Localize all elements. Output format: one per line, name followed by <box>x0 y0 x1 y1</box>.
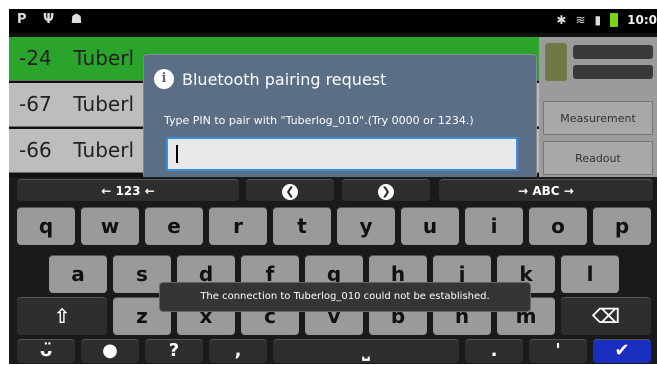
text-caret <box>176 145 178 163</box>
device-rssi: -66 <box>19 138 52 162</box>
wifi-icon: ≋ <box>575 13 586 27</box>
soft-keyboard: ← 123 ← ❮ ❯ → ABC → q w e r t y u i o p … <box>9 177 657 364</box>
device-name: Tuberl <box>73 46 134 70</box>
enter-key[interactable]: ✔ <box>593 339 651 363</box>
cursor-left-key[interactable]: ❮ <box>246 179 334 201</box>
clock: 10:0 <box>627 13 657 27</box>
key-w[interactable]: w <box>81 207 139 245</box>
side-panel: Measurement Readout <box>539 37 657 177</box>
progress-bar <box>573 45 653 59</box>
mic-icon: ● <box>102 340 118 361</box>
shift-key[interactable]: ⇧ <box>17 297 107 335</box>
bluetooth-icon: ✱ <box>556 13 567 27</box>
key-r[interactable]: r <box>209 207 267 245</box>
key-e[interactable]: e <box>145 207 203 245</box>
key-t[interactable]: t <box>273 207 331 245</box>
signal-icon: ▮ <box>594 13 602 27</box>
comma-key[interactable]: , <box>209 339 267 363</box>
key-u[interactable]: u <box>401 207 459 245</box>
key-p[interactable]: p <box>593 207 651 245</box>
pairing-dialog: i Bluetooth pairing request Type PIN to … <box>143 54 537 179</box>
device-name: Tuberl <box>73 138 134 162</box>
key-y[interactable]: y <box>337 207 395 245</box>
key-l[interactable]: l <box>561 255 619 293</box>
abc-mode-key[interactable]: → ABC → <box>439 179 653 201</box>
cursor-right-key[interactable]: ❯ <box>342 179 430 201</box>
key-o[interactable]: o <box>529 207 587 245</box>
device-icon <box>545 43 567 81</box>
device-rssi: -24 <box>19 46 52 70</box>
question-key[interactable]: ? <box>145 339 203 363</box>
device-rssi: -67 <box>19 92 52 116</box>
notification-icons: P Ψ ☗ <box>17 12 89 27</box>
key-a[interactable]: a <box>49 255 107 293</box>
apostrophe-key[interactable]: ' <box>529 339 587 363</box>
pin-input[interactable] <box>166 137 518 171</box>
num-mode-key[interactable]: ← 123 ← <box>17 179 239 201</box>
measurement-button[interactable]: Measurement <box>543 101 653 135</box>
dialog-title: i Bluetooth pairing request <box>154 67 386 91</box>
info-icon: i <box>154 69 174 89</box>
mic-key[interactable]: ● <box>81 339 139 363</box>
status-bar: P Ψ ☗ ✱ ≋ ▮ 10:0 <box>9 9 657 33</box>
device-name: Tuberl <box>73 92 134 116</box>
dialog-title-text: Bluetooth pairing request <box>182 69 387 89</box>
key-q[interactable]: q <box>17 207 75 245</box>
emoji-key[interactable]: ᴗ̈ <box>17 339 75 363</box>
arrow-right-icon: ❯ <box>378 183 394 200</box>
progress-bar <box>573 65 653 79</box>
period-key[interactable]: . <box>465 339 523 363</box>
arrow-left-icon: ❮ <box>282 183 298 200</box>
readout-button[interactable]: Readout <box>543 141 653 175</box>
status-icons: ✱ ≋ ▮ 10:0 <box>556 13 657 27</box>
battery-icon <box>610 13 619 27</box>
space-key[interactable]: ⎵ <box>273 339 459 363</box>
backspace-key[interactable]: ⌫ <box>561 297 651 335</box>
key-i[interactable]: i <box>465 207 523 245</box>
dialog-message: Type PIN to pair with "Tuberlog_010".(Tr… <box>164 114 474 127</box>
toast-message: The connection to Tuberlog_010 could not… <box>159 282 531 312</box>
phone-screen: P Ψ ☗ ✱ ≋ ▮ 10:0 -24 Tuberl -67 Tuberl -… <box>9 9 657 364</box>
